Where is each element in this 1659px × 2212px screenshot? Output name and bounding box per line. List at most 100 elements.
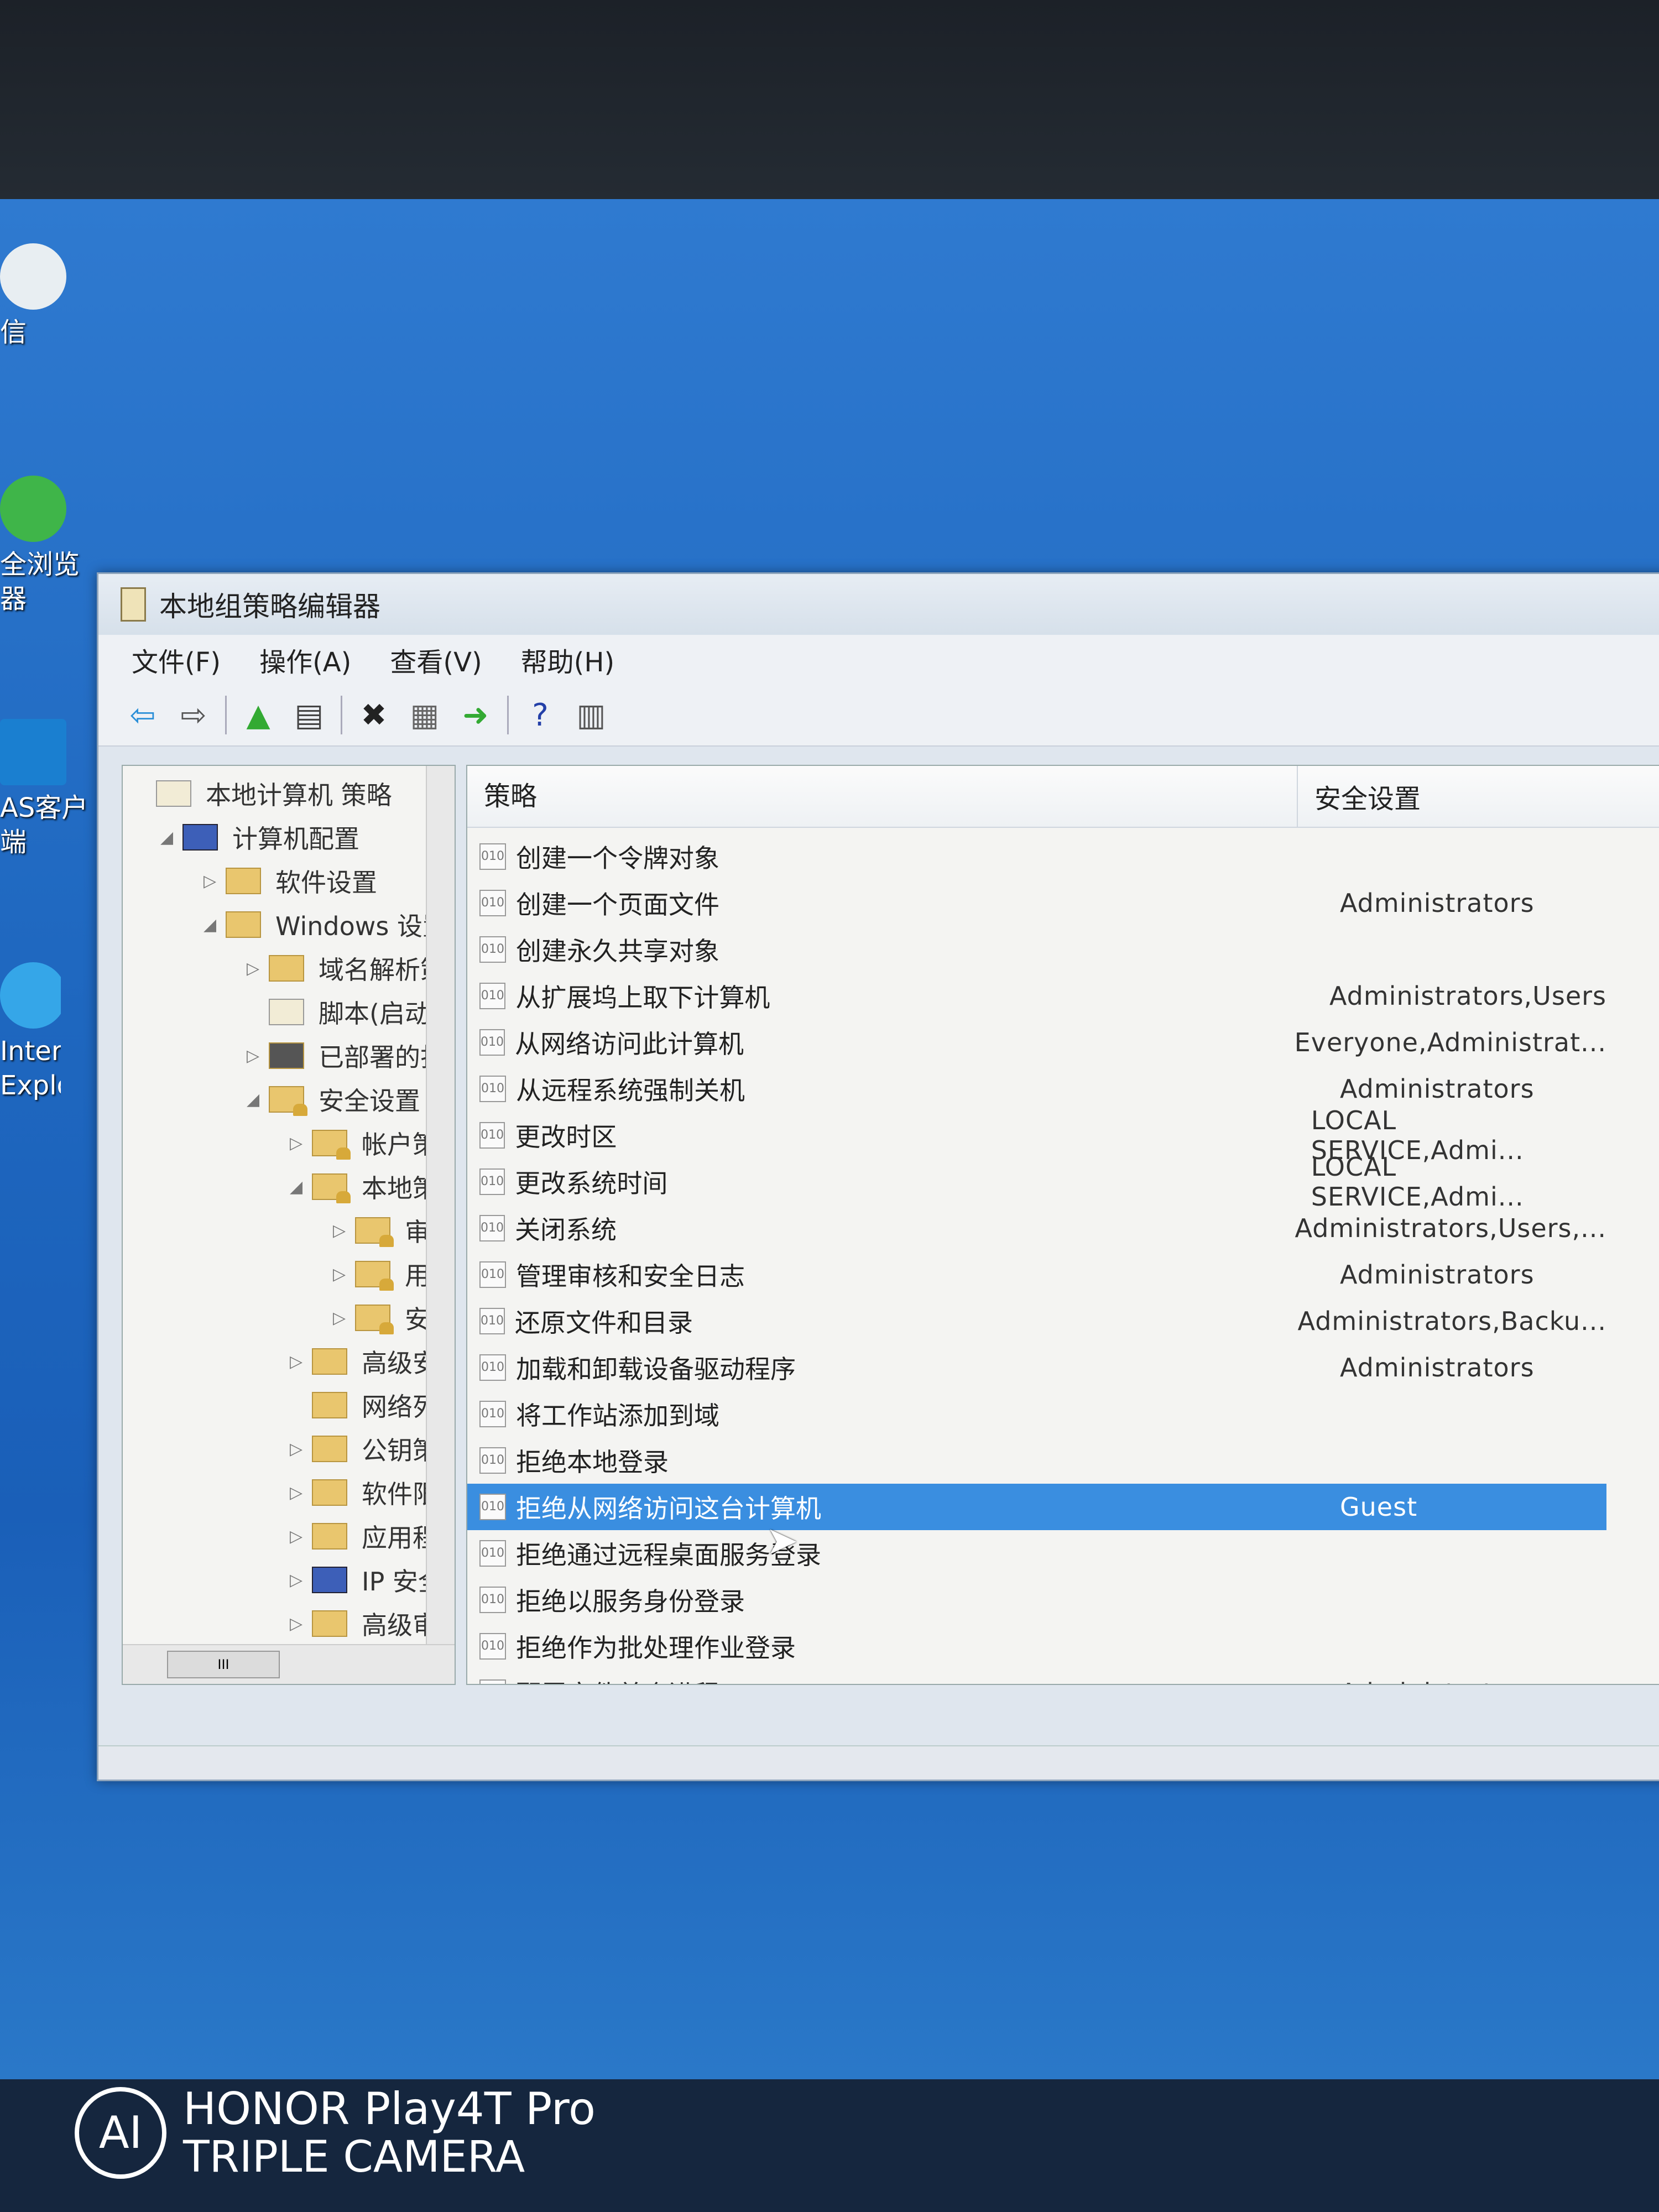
- expand-arrow-icon[interactable]: ▷: [333, 1308, 355, 1328]
- monitor-bezel: [0, 0, 1659, 199]
- expand-arrow-icon[interactable]: ▷: [333, 1221, 355, 1240]
- expand-arrow-icon[interactable]: ▷: [247, 959, 269, 978]
- tree-node[interactable]: ▷域名解析策略: [247, 946, 456, 990]
- scroll-thumb[interactable]: III: [167, 1651, 280, 1678]
- security-setting-value: Guest: [1268, 1492, 1417, 1522]
- policy-setting-icon: 010: [479, 1633, 506, 1660]
- tree-node-label: 软件设置: [275, 863, 377, 899]
- policy-setting-icon: 010: [479, 1308, 505, 1334]
- network-icon: [312, 1567, 347, 1593]
- expand-arrow-icon[interactable]: ▷: [247, 1046, 269, 1066]
- policy-name: 拒绝从网络访问这台计算机: [516, 1489, 1268, 1525]
- policy-row[interactable]: 010拒绝从网络访问这台计算机Guest: [467, 1484, 1606, 1530]
- menu-help[interactable]: 帮助(H): [521, 640, 615, 679]
- policy-name: 拒绝通过远程桌面服务登录: [516, 1535, 1268, 1572]
- collapse-arrow-icon[interactable]: ◢: [247, 1090, 269, 1109]
- collapse-arrow-icon[interactable]: ◢: [204, 915, 226, 935]
- expand-arrow-icon[interactable]: ▷: [290, 1352, 312, 1371]
- help-button[interactable]: ?: [521, 696, 560, 734]
- mouse-cursor-icon: ➤: [766, 1518, 799, 1563]
- policy-row[interactable]: 010从网络访问此计算机Everyone,Administrat...: [467, 1019, 1606, 1066]
- policy-row[interactable]: 010拒绝通过远程桌面服务登录: [467, 1530, 1606, 1577]
- lockfolder-icon: [355, 1305, 390, 1331]
- policy-row[interactable]: 010关闭系统Administrators,Users,...: [467, 1205, 1606, 1251]
- policy-name: 创建一个令牌对象: [516, 838, 1268, 875]
- wechat-icon: [0, 243, 66, 310]
- desktop-icon-ie[interactable]: Internet Explorer: [0, 962, 61, 1103]
- folder-icon: [312, 1479, 347, 1506]
- expand-arrow-icon[interactable]: ▷: [290, 1527, 312, 1546]
- folder-icon: [269, 955, 304, 982]
- policy-setting-icon: 010: [479, 890, 506, 916]
- expand-arrow-icon[interactable]: ▷: [290, 1483, 312, 1503]
- menu-file[interactable]: 文件(F): [132, 640, 221, 679]
- tree-node[interactable]: ▷ 软件设置: [204, 859, 377, 903]
- expand-arrow-icon[interactable]: ▷: [333, 1265, 355, 1284]
- policy-row[interactable]: 010创建永久共享对象: [467, 926, 1606, 973]
- title-bar[interactable]: 本地组策略编辑器: [98, 574, 1659, 635]
- policy-setting-icon: 010: [479, 1076, 506, 1102]
- forward-icon: ⇨: [181, 697, 207, 733]
- tree-node[interactable]: 本地计算机 策略: [134, 771, 392, 816]
- policy-name: 拒绝以服务身份登录: [516, 1582, 1268, 1618]
- properties-button[interactable]: ▦: [405, 696, 444, 734]
- list-header: 策略 安全设置: [467, 766, 1659, 828]
- tree-node[interactable]: ◢计算机配置: [160, 815, 359, 859]
- export-button[interactable]: ➜: [456, 696, 495, 734]
- collapse-arrow-icon[interactable]: ◢: [160, 828, 182, 847]
- show-hide-tree-button[interactable]: ▤: [290, 696, 328, 734]
- policy-setting-icon: 010: [479, 1122, 505, 1149]
- policy-row[interactable]: 010配置文件单个进程Administrators: [467, 1670, 1606, 1685]
- computer-icon: [182, 824, 218, 851]
- policy-row[interactable]: 010创建一个令牌对象: [467, 833, 1606, 880]
- policy-row[interactable]: 010从扩展坞上取下计算机Administrators,Users: [467, 973, 1606, 1019]
- column-header-security-setting[interactable]: 安全设置: [1298, 777, 1421, 816]
- policy-row[interactable]: 010更改系统时间LOCAL SERVICE,Admi...: [467, 1159, 1606, 1205]
- tree-node[interactable]: ◢Windows 设置: [204, 902, 448, 947]
- policy-name: 从网络访问此计算机: [515, 1024, 1223, 1061]
- desktop-icon-as-client[interactable]: AS客户端: [0, 719, 88, 859]
- security-setting-value: Administrators,Users: [1258, 981, 1606, 1011]
- expand-arrow-icon[interactable]: ▷: [204, 872, 226, 891]
- policy-row[interactable]: 010加载和卸载设备驱动程序Administrators: [467, 1344, 1606, 1391]
- lock-icon: [269, 1086, 304, 1113]
- status-bar: [98, 1745, 1659, 1780]
- show-hide-tree-icon: ▤: [295, 697, 324, 733]
- menu-action[interactable]: 操作(A): [259, 640, 351, 679]
- tree-node[interactable]: ▷已部署的打印机: [247, 1034, 456, 1078]
- tree-node[interactable]: ◢安全设置: [247, 1077, 420, 1121]
- tree-horizontal-scrollbar[interactable]: III: [123, 1644, 455, 1684]
- printer-icon: [269, 1042, 304, 1069]
- desktop-icon-browser[interactable]: 全浏览器: [0, 476, 88, 616]
- back-button[interactable]: ⇦: [123, 696, 162, 734]
- tree-vertical-scrollbar[interactable]: [426, 766, 455, 1645]
- security-setting-value: Administrators,Users,...: [1223, 1213, 1606, 1243]
- policy-setting-icon: 010: [479, 1354, 506, 1381]
- expand-arrow-icon[interactable]: ▷: [290, 1134, 312, 1153]
- expand-arrow-icon[interactable]: ▷: [290, 1614, 312, 1634]
- delete-button[interactable]: ✖: [354, 696, 393, 734]
- forward-button[interactable]: ⇨: [174, 696, 213, 734]
- policy-row[interactable]: 010将工作站添加到域: [467, 1391, 1606, 1437]
- desktop-icon-wechat[interactable]: 信: [0, 243, 88, 349]
- security-setting-value: Administrators,Backu...: [1226, 1306, 1606, 1336]
- tree-node[interactable]: 脚本(启动/关机): [247, 990, 456, 1034]
- expand-arrow-icon[interactable]: ▷: [290, 1571, 312, 1590]
- folder-icon: [312, 1348, 347, 1375]
- policy-setting-icon: 010: [479, 983, 505, 1009]
- policy-row[interactable]: 010拒绝以服务身份登录: [467, 1577, 1606, 1623]
- policy-row[interactable]: 010创建一个页面文件Administrators: [467, 880, 1606, 926]
- collapse-arrow-icon[interactable]: ◢: [290, 1177, 312, 1197]
- policy-row[interactable]: 010拒绝作为批处理作业登录: [467, 1623, 1606, 1670]
- policy-row[interactable]: 010拒绝本地登录: [467, 1437, 1606, 1484]
- policy-row[interactable]: 010还原文件和目录Administrators,Backu...: [467, 1298, 1606, 1344]
- policy-setting-icon: 010: [479, 1029, 505, 1056]
- menu-view[interactable]: 查看(V): [390, 640, 482, 679]
- column-header-policy[interactable]: 策略: [467, 766, 1298, 827]
- up-folder-button[interactable]: ▲: [239, 696, 278, 734]
- policy-row[interactable]: 010管理审核和安全日志Administrators: [467, 1251, 1606, 1298]
- view-button[interactable]: ▥: [572, 696, 611, 734]
- up-folder-icon: ▲: [246, 697, 270, 733]
- menu-bar: 文件(F) 操作(A) 查看(V) 帮助(H): [98, 635, 1659, 685]
- expand-arrow-icon[interactable]: ▷: [290, 1439, 312, 1459]
